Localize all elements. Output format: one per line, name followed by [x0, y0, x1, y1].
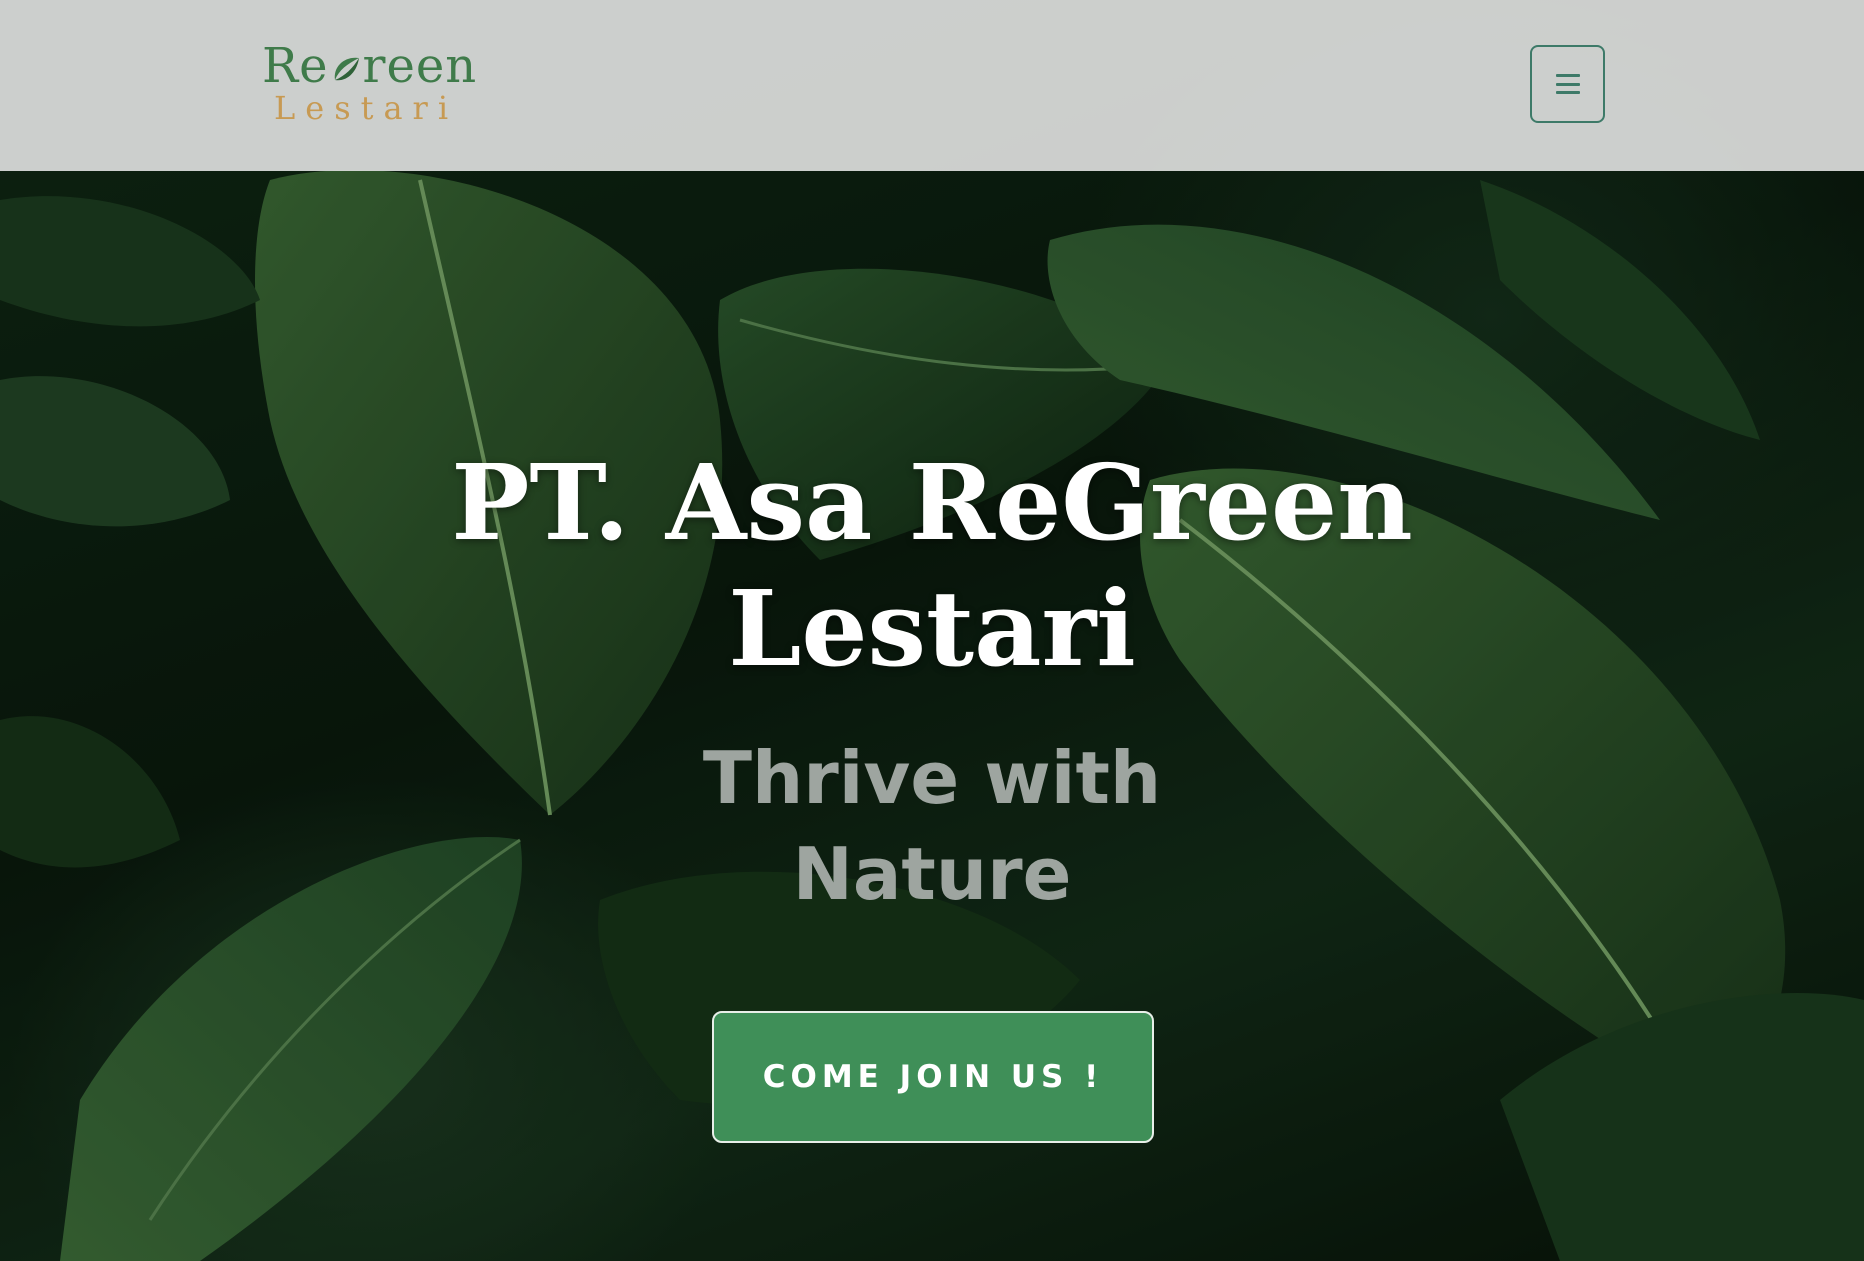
- hero-subtitle-line2: Nature: [792, 832, 1072, 916]
- menu-toggle-button[interactable]: [1530, 45, 1605, 123]
- hamburger-menu-icon: [1555, 74, 1580, 94]
- hero-title: PT. Asa ReGreen Lestari: [232, 440, 1632, 692]
- regreen-lestari-logo[interactable]: Re reen Lestari: [262, 40, 492, 127]
- logo-subtext: Lestari: [274, 89, 459, 127]
- logo-text-re: Re: [262, 38, 329, 94]
- leaf-icon: [334, 57, 359, 81]
- hero-title-line2: Lestari: [728, 567, 1136, 690]
- logo-text-reen: reen: [362, 38, 478, 94]
- hero-subtitle-line1: Thrive with: [702, 736, 1162, 820]
- come-join-us-button[interactable]: COME JOIN US !: [712, 1011, 1154, 1143]
- hero-title-line1: PT. Asa ReGreen: [451, 441, 1413, 564]
- hero-subtitle: Thrive with Nature: [632, 730, 1232, 922]
- logo-wordmark: Re reen: [262, 40, 477, 92]
- site-header: Re reen Lestari: [0, 0, 1864, 171]
